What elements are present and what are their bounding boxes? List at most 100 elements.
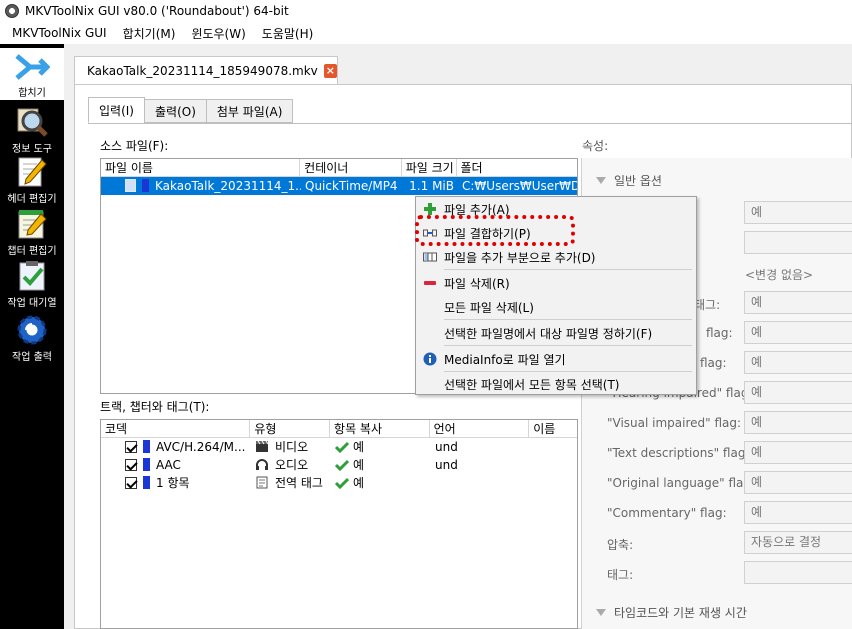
tracks-header: 코덱 유형 항목 복사 언어 이름	[101, 420, 577, 438]
col-file-size[interactable]: 파일 크기	[402, 159, 457, 176]
prop-value[interactable]: 예	[744, 351, 852, 374]
menu-mkvtoolnix[interactable]: MKVToolNix GUI	[4, 26, 115, 40]
menu-item-label: 모든 파일 삭제(L)	[444, 300, 534, 315]
menu-item-remove-all-files[interactable]: 모든 파일 삭제(L)	[416, 295, 696, 319]
prop-value[interactable]: 예	[744, 201, 852, 224]
tab-input[interactable]: 입력(I)	[88, 97, 145, 123]
menu-bar: MKVToolNix GUI 합치기(M) 윈도우(W) 도움말(H)	[0, 22, 852, 44]
sidebar-label: 작업 출력	[12, 352, 52, 363]
menu-item-select-all-items[interactable]: 선택한 파일에서 모든 항목 선택(T)	[416, 372, 696, 396]
menu-help[interactable]: 도움말(H)	[254, 25, 322, 42]
doc-tab-label: KakaoTalk_20231114_185949078.mkv	[87, 64, 318, 78]
col-name[interactable]: 이름	[529, 420, 577, 437]
section-timecodes[interactable]: 타임코드와 기본 재생 시간	[596, 604, 747, 621]
prop-label: "Commentary" flag:	[607, 506, 727, 520]
track-type: 비디오	[275, 440, 309, 454]
col-copy-item[interactable]: 항목 복사	[330, 420, 430, 437]
file-container: QuickTime/MP4	[305, 179, 398, 193]
tracks-label: 트랙, 챕터와 태그(T):	[100, 400, 210, 414]
headphones-icon	[256, 459, 268, 470]
track-copy: 예	[353, 476, 365, 490]
menu-item-append-files[interactable]: 파일을 추가 부분으로 추가(D)	[416, 245, 696, 269]
prop-value[interactable]: 예	[744, 471, 852, 494]
file-name: KakaoTalk_20231114_1...	[155, 179, 301, 193]
file-icon	[125, 179, 136, 192]
prop-value[interactable]: 예	[744, 441, 852, 464]
prop-value[interactable]: 예	[744, 411, 852, 434]
prop-row: "Visual impaired" flag: 예	[582, 411, 852, 435]
menu-separator	[444, 345, 692, 346]
tracks-table[interactable]: 코덱 유형 항목 복사 언어 이름 AVC/H.264/M... 비디오 예 u…	[100, 419, 578, 629]
menu-item-add-files[interactable]: 파일 추가(A)	[416, 197, 696, 221]
table-row[interactable]: AAC 오디오 예 und	[101, 456, 577, 474]
col-type[interactable]: 유형	[250, 420, 331, 437]
sidebar-label: 정보 도구	[12, 144, 52, 155]
sidebar-item-header-editor[interactable]: 헤더 편집기	[0, 156, 64, 205]
track-codec: AVC/H.264/M...	[156, 440, 246, 454]
tab-output[interactable]: 출력(O)	[143, 99, 207, 123]
menu-item-label: 파일 삭제(R)	[444, 276, 510, 291]
track-checkbox[interactable]	[125, 459, 137, 471]
menu-item-label: 선택한 파일명에서 대상 파일명 정하기(F)	[444, 326, 653, 341]
prop-row: "Commentary" flag: 예	[582, 501, 852, 525]
check-icon	[335, 459, 349, 471]
file-size: 1.1 MiB	[409, 179, 454, 193]
sidebar-item-chapter-editor[interactable]: 챕터 편집기	[0, 208, 64, 257]
menu-item-label: 파일을 추가 부분으로 추가(D)	[444, 250, 596, 265]
prop-label: 태그:	[607, 568, 634, 582]
tab-attachments[interactable]: 첨부 파일(A)	[205, 99, 294, 123]
sidebar-item-info[interactable]: 정보 도구	[0, 106, 64, 155]
section-general-options[interactable]: 일반 옵션	[596, 172, 662, 189]
table-row[interactable]: KakaoTalk_20231114_1... QuickTime/MP4 1.…	[101, 177, 577, 195]
prop-value[interactable]	[744, 231, 852, 254]
sidebar-item-merge[interactable]: 합치기	[0, 48, 64, 100]
sidebar-item-job-queue[interactable]: 작업 대기열	[0, 260, 64, 309]
prop-row: 태그:	[582, 561, 852, 585]
tag-doc-icon	[256, 476, 268, 489]
menu-item-remove-files[interactable]: 파일 삭제(R)	[416, 271, 696, 295]
col-container[interactable]: 컨테이너	[300, 159, 402, 176]
table-row[interactable]: 1 항목 전역 태그 예	[101, 474, 577, 492]
sidebar-label: 헤더 편집기	[7, 194, 57, 205]
plus-icon	[424, 203, 436, 215]
track-codec: 1 항목	[156, 476, 190, 490]
doc-tab-kakaotalk[interactable]: KakaoTalk_20231114_185949078.mkv ×	[74, 56, 338, 85]
table-row[interactable]: AVC/H.264/M... 비디오 예 und	[101, 438, 577, 456]
append-icon	[423, 252, 437, 262]
info-icon	[423, 352, 437, 366]
menu-item-open-mediainfo[interactable]: MediaInfo로 파일 열기	[416, 347, 696, 371]
app-icon	[5, 4, 19, 18]
prop-row: 압축: 자동으로 결정	[582, 531, 852, 555]
prop-value[interactable]: 자동으로 결정	[744, 531, 852, 554]
col-codec[interactable]: 코덱	[101, 420, 251, 437]
pencil-icon	[18, 157, 47, 187]
prop-value[interactable]	[744, 561, 852, 584]
check-icon	[335, 441, 349, 453]
prop-label: "Text descriptions" flag:	[607, 446, 750, 460]
prop-value[interactable]: 예	[744, 321, 852, 344]
menu-item-label: MediaInfo로 파일 열기	[444, 352, 566, 367]
notepad-icon	[18, 210, 47, 239]
menu-item-set-dest-filename[interactable]: 선택한 파일명에서 대상 파일명 정하기(F)	[416, 321, 696, 345]
prop-value[interactable]: 예	[744, 291, 852, 314]
prop-value[interactable]: 예	[744, 381, 852, 404]
track-checkbox[interactable]	[125, 441, 137, 453]
prop-label: "Visual impaired" flag:	[607, 416, 742, 430]
sidebar-item-job-output[interactable]: 작업 출력	[0, 314, 64, 364]
prop-label: "Original language" flag:	[607, 476, 756, 490]
join-icon	[423, 229, 437, 237]
bluebar-icon	[143, 476, 150, 489]
col-folder[interactable]: 폴더	[457, 159, 577, 176]
menu-item-join-files[interactable]: 파일 결합하기(P)	[416, 221, 696, 245]
col-language[interactable]: 언어	[430, 420, 530, 437]
file-folder: C:₩Users₩User₩D...	[462, 179, 577, 193]
sidebar-label: 챕터 편집기	[7, 246, 57, 257]
menu-window[interactable]: 윈도우(W)	[183, 25, 253, 42]
track-type: 전역 태그	[275, 476, 323, 490]
prop-value[interactable]: 예	[744, 501, 852, 524]
col-file-name[interactable]: 파일 이름	[101, 159, 301, 176]
menu-merge[interactable]: 합치기(M)	[115, 25, 184, 42]
menu-item-label: 파일 결합하기(P)	[444, 226, 531, 241]
track-checkbox[interactable]	[125, 477, 137, 489]
close-icon[interactable]: ×	[323, 64, 337, 78]
